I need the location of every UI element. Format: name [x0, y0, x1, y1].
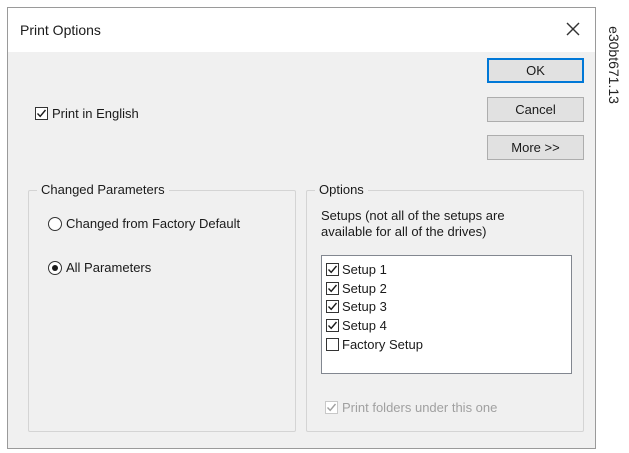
- list-item-label: Factory Setup: [342, 337, 423, 352]
- radio-label: All Parameters: [66, 260, 152, 275]
- setups-list[interactable]: Setup 1 Setup 2 Setup 3 Setup 4 Factory …: [321, 255, 572, 374]
- dialog-title: Print Options: [20, 22, 101, 38]
- setups-description-line: available for all of the drives): [321, 224, 487, 239]
- list-item-factory-setup[interactable]: Factory Setup: [326, 337, 423, 352]
- checkmark-icon: [327, 284, 338, 293]
- title-bar: Print Options: [8, 8, 595, 52]
- changed-parameters-group: Changed Parameters Changed from Factory …: [28, 182, 296, 432]
- factory-setup-checkbox[interactable]: [326, 338, 339, 351]
- figure-code: e30bt671.13: [604, 10, 624, 120]
- list-item-label: Setup 2: [342, 281, 387, 296]
- figure-code-text: e30bt671.13: [606, 26, 622, 104]
- radio-button[interactable]: [48, 260, 62, 275]
- radio-changed-from-factory[interactable]: Changed from Factory Default: [48, 216, 240, 231]
- print-folders-option[interactable]: Print folders under this one: [325, 400, 497, 415]
- print-folders-label: Print folders under this one: [342, 400, 498, 415]
- setups-description: Setups (not all of the setups are availa…: [321, 208, 505, 240]
- print-in-english-option[interactable]: Print in English: [35, 106, 139, 121]
- radio-button[interactable]: [48, 216, 62, 231]
- list-item-setup-1[interactable]: Setup 1: [326, 262, 387, 277]
- print-folders-checkbox[interactable]: [325, 401, 338, 414]
- list-item-label: Setup 4: [342, 318, 387, 333]
- checkmark-icon: [327, 321, 338, 330]
- print-in-english-label: Print in English: [52, 106, 139, 121]
- print-in-english-checkbox[interactable]: [35, 107, 48, 120]
- list-item-label: Setup 1: [342, 262, 387, 277]
- list-item-setup-3[interactable]: Setup 3: [326, 299, 387, 314]
- more-button[interactable]: More >>: [487, 135, 584, 160]
- setup-3-checkbox[interactable]: [326, 300, 339, 313]
- checkmark-icon: [327, 265, 338, 274]
- options-legend: Options: [315, 182, 368, 197]
- radio-all-parameters[interactable]: All Parameters: [48, 260, 151, 275]
- print-options-dialog: Print Options OK Cancel More >> Print in…: [7, 7, 596, 449]
- setup-1-checkbox[interactable]: [326, 263, 339, 276]
- checkmark-icon: [36, 109, 47, 118]
- list-item-label: Setup 3: [342, 299, 387, 314]
- close-icon: [566, 22, 580, 36]
- ok-button[interactable]: OK: [487, 58, 584, 83]
- list-item-setup-2[interactable]: Setup 2: [326, 281, 387, 296]
- setup-2-checkbox[interactable]: [326, 282, 339, 295]
- changed-parameters-legend: Changed Parameters: [37, 182, 169, 197]
- options-group: Options Setups (not all of the setups ar…: [306, 182, 584, 432]
- setups-description-line: Setups (not all of the setups are: [321, 208, 505, 223]
- radio-label: Changed from Factory Default: [66, 216, 241, 231]
- cancel-button[interactable]: Cancel: [487, 97, 584, 122]
- close-button[interactable]: [559, 16, 587, 42]
- checkmark-icon: [327, 302, 338, 311]
- list-item-setup-4[interactable]: Setup 4: [326, 318, 387, 333]
- setup-4-checkbox[interactable]: [326, 319, 339, 332]
- checkmark-icon: [326, 403, 337, 412]
